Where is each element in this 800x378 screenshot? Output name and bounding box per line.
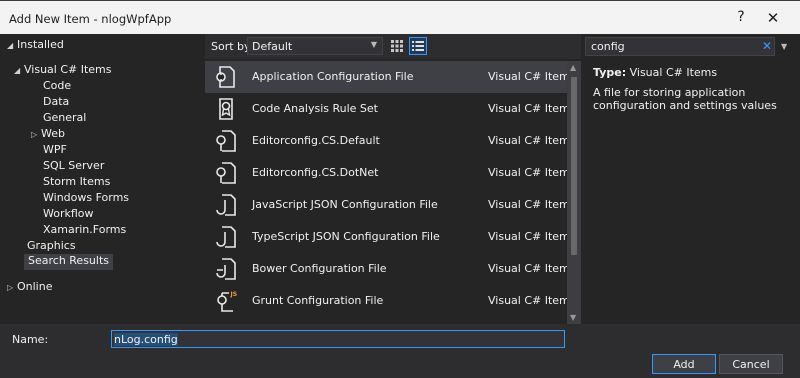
tree-node-installed[interactable]: ◢ Installed: [7, 38, 64, 54]
tree-node-storm-items[interactable]: Storm Items: [43, 175, 110, 191]
item-category: Visual C# Items: [488, 70, 567, 83]
search-value: config: [591, 40, 625, 53]
chevron-down-icon: ▼: [370, 40, 377, 49]
name-label: Name:: [12, 333, 49, 346]
tree-node-search-results[interactable]: Search Results: [24, 254, 114, 270]
item-name: Bower Configuration File: [252, 262, 387, 275]
list-toolbar: Sort by: Default ▼: [205, 34, 581, 59]
list-item[interactable]: JavaScript JSON Configuration File Visua…: [205, 189, 567, 221]
dialog-title: Add New Item - nlogWpfApp: [9, 12, 172, 26]
list-view-icon: [412, 41, 424, 51]
svg-text:JS: JS: [230, 291, 238, 298]
tree-node-graphics[interactable]: Graphics: [27, 239, 76, 255]
item-category: Visual C# Items: [488, 134, 567, 147]
tree-node-sql-server[interactable]: SQL Server: [43, 159, 104, 175]
list-item[interactable]: Code Analysis Rule Set Visual C# Items: [205, 93, 567, 125]
ruleset-icon: [219, 98, 233, 120]
bower-config-icon: [216, 258, 236, 280]
item-category: Visual C# Items: [488, 262, 567, 275]
tree-node-web[interactable]: ▷ Web: [31, 127, 65, 143]
item-category: Visual C# Items: [488, 230, 567, 243]
name-field-value: nLog.config: [114, 333, 178, 346]
tree-node-data[interactable]: Data: [43, 95, 69, 111]
item-name: JavaScript JSON Configuration File: [252, 198, 438, 211]
expanded-arrow-icon[interactable]: ◢: [7, 41, 17, 50]
list-item[interactable]: Bower Configuration File Visual C# Items: [205, 253, 567, 285]
details-pane: config ✕ ▼ Type: Visual C# Items A file …: [581, 34, 800, 324]
grid-view-button[interactable]: [388, 37, 406, 55]
grunt-config-icon: JS: [217, 290, 238, 312]
tree-node-visual-csharp-items[interactable]: ◢ Visual C# Items: [14, 63, 112, 79]
name-field[interactable]: nLog.config: [111, 330, 565, 348]
item-details: Type: Visual C# Items A file for storing…: [593, 66, 793, 112]
tree-node-code[interactable]: Code: [43, 79, 71, 95]
list-item[interactable]: Editorconfig.CS.DotNet Visual C# Items: [205, 157, 567, 189]
dialog-footer: Name: nLog.config Add Cancel: [0, 324, 800, 378]
item-name: TypeScript JSON Configuration File: [252, 230, 440, 243]
tree-node-wpf[interactable]: WPF: [43, 143, 67, 159]
add-button[interactable]: Add: [652, 354, 716, 374]
grid-view-icon: [391, 40, 403, 52]
item-description: A file for storing application configura…: [593, 86, 777, 112]
tree-node-online[interactable]: ▷ Online: [7, 280, 52, 296]
tree-label: Installed: [17, 38, 64, 51]
collapsed-arrow-icon[interactable]: ▷: [7, 283, 17, 292]
template-list: Application Configuration File Visual C#…: [205, 61, 567, 324]
tree-label: Web: [41, 127, 65, 140]
config-file-icon: [216, 66, 235, 88]
type-value: Visual C# Items: [629, 66, 718, 79]
dialog-titlebar: Add New Item - nlogWpfApp ? ✕: [0, 0, 800, 34]
json-config-icon: [216, 194, 236, 216]
scroll-down-icon[interactable]: ▼: [570, 313, 576, 322]
template-list-pane: Sort by: Default ▼ Application Configura…: [205, 34, 581, 324]
tree-node-general[interactable]: General: [43, 111, 86, 127]
list-item[interactable]: Application Configuration File Visual C#…: [205, 61, 567, 93]
tree-label: Online: [17, 280, 53, 293]
tree-node-workflow[interactable]: Workflow: [43, 207, 94, 223]
tree-node-windows-forms[interactable]: Windows Forms: [43, 191, 129, 207]
json-config-icon: [216, 226, 236, 248]
editorconfig-icon: [216, 162, 236, 184]
item-name: Code Analysis Rule Set: [252, 102, 378, 115]
editorconfig-icon: [216, 130, 236, 152]
item-category: Visual C# Items: [488, 166, 567, 179]
cancel-button[interactable]: Cancel: [719, 354, 783, 374]
item-name: Editorconfig.CS.Default: [252, 134, 380, 147]
item-category: Visual C# Items: [488, 102, 567, 115]
close-button[interactable]: ✕: [763, 9, 783, 27]
item-category: Visual C# Items: [488, 198, 567, 211]
list-view-button[interactable]: [409, 37, 427, 55]
search-options-chevron-icon[interactable]: ▼: [781, 42, 787, 51]
type-label: Type:: [593, 66, 627, 79]
list-item[interactable]: JS Grunt Configuration File Visual C# It…: [205, 285, 567, 317]
collapsed-arrow-icon[interactable]: ▷: [31, 130, 41, 139]
clear-search-icon[interactable]: ✕: [762, 39, 772, 53]
scrollbar-thumb[interactable]: [571, 77, 577, 255]
list-item[interactable]: Editorconfig.CS.Default Visual C# Items: [205, 125, 567, 157]
sort-by-value: Default: [252, 40, 293, 53]
tree-label: Visual C# Items: [24, 63, 112, 76]
tree-node-xamarin-forms[interactable]: Xamarin.Forms: [43, 223, 126, 239]
help-button[interactable]: ?: [731, 9, 751, 25]
list-item[interactable]: TypeScript JSON Configuration File Visua…: [205, 221, 567, 253]
item-name: Editorconfig.CS.DotNet: [252, 166, 379, 179]
list-scrollbar[interactable]: ▲ ▼: [567, 61, 581, 324]
sort-by-dropdown[interactable]: Default ▼: [247, 37, 383, 55]
template-tree: ◢ Installed ◢ Visual C# Items Code Data Ge…: [0, 34, 205, 324]
item-name: Application Configuration File: [252, 70, 414, 83]
expanded-arrow-icon[interactable]: ◢: [14, 66, 24, 75]
scroll-up-icon[interactable]: ▲: [570, 63, 576, 72]
search-input[interactable]: config ✕: [585, 37, 775, 56]
item-name: Grunt Configuration File: [252, 294, 384, 307]
item-category: Visual C# Items: [488, 294, 567, 307]
